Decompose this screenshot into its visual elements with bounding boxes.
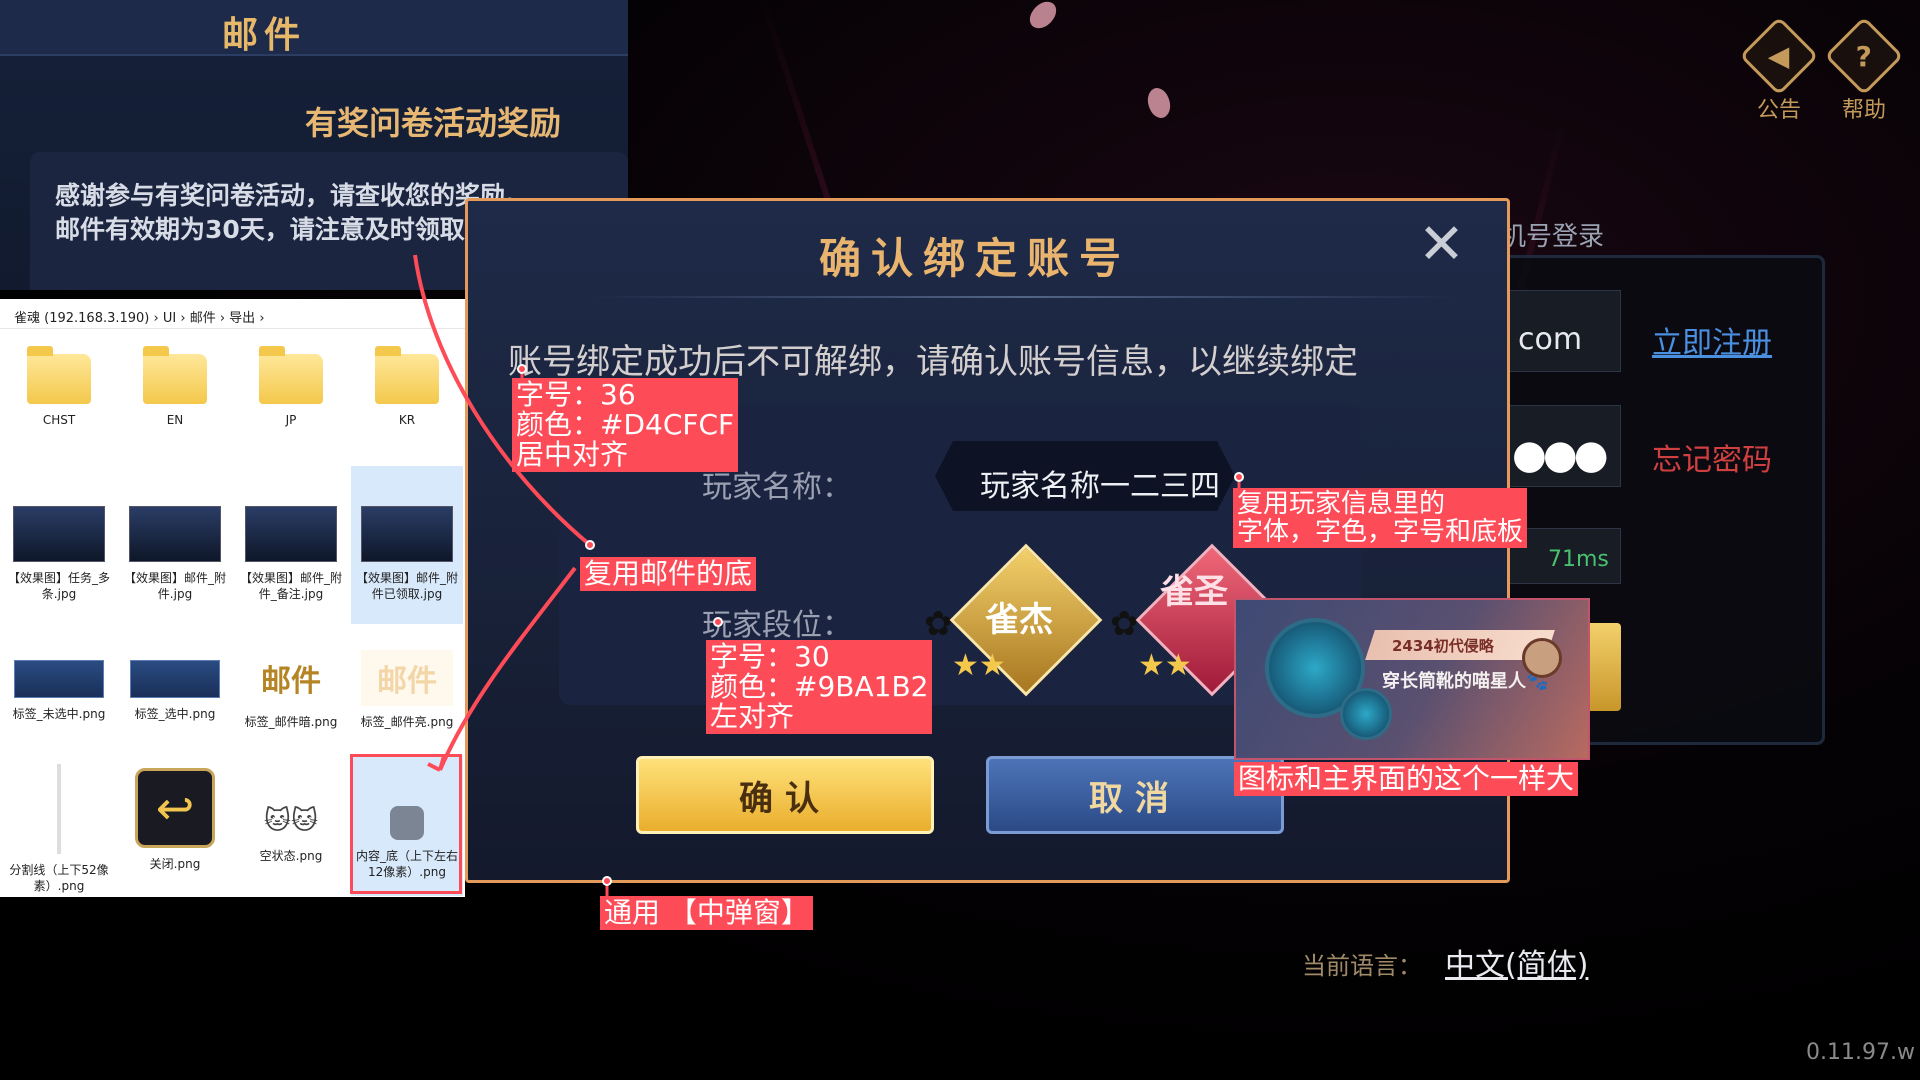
annotation-generic-popup: 通用 【中弹窗】 — [600, 896, 813, 930]
annotation-line: 字体，字色，字号和底板 — [1237, 517, 1524, 547]
annotation-desc-style: 字号：36 颜色：#D4CFCF 居中对齐 — [512, 378, 739, 472]
annotation-reuse-mail-bg: 复用邮件的底 — [580, 557, 757, 591]
annotation-line: 颜色：#9BA1B2 — [710, 670, 929, 703]
annotation-line: 字号：36 — [516, 378, 636, 411]
annotation-line: 左对齐 — [710, 700, 795, 733]
annotation-icon-size: 图标和主界面的这个一样大 — [1234, 762, 1579, 796]
annotation-dot — [517, 364, 527, 374]
annotation-arrows — [413, 254, 1241, 902]
annotation-line: 复用玩家信息里的 — [1237, 489, 1446, 519]
annotation-line: 居中对齐 — [516, 438, 629, 471]
annotation-dot — [585, 540, 595, 550]
annotation-line: 颜色：#D4CFCF — [516, 408, 735, 441]
annotation-dot — [713, 617, 723, 627]
annotation-dot — [602, 876, 612, 886]
annotation-reuse-player-info: 复用玩家信息里的 字体，字色，字号和底板 — [1233, 488, 1528, 548]
annotation-label-style: 字号：30 颜色：#9BA1B2 左对齐 — [706, 640, 933, 734]
annotation-dot — [1234, 472, 1244, 482]
annotation-line: 字号：30 — [710, 640, 830, 673]
